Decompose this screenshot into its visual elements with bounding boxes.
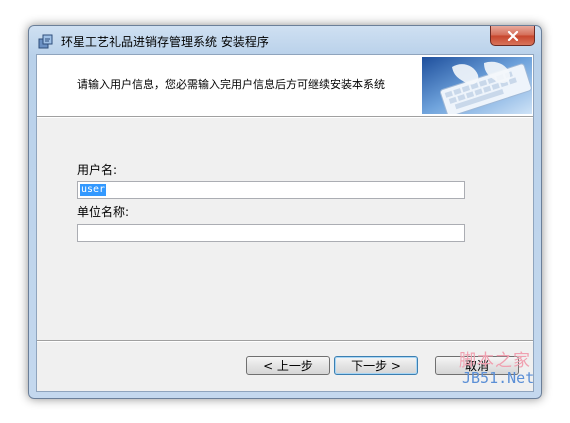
company-field[interactable] bbox=[77, 224, 465, 242]
username-label: 用户名: bbox=[77, 163, 118, 177]
back-button[interactable]: < 上一步 bbox=[246, 356, 330, 375]
username-value: user bbox=[80, 184, 107, 196]
company-label: 单位名称: bbox=[77, 205, 130, 219]
installer-icon bbox=[38, 33, 54, 49]
close-icon bbox=[507, 30, 518, 41]
banner-instruction: 请输入用户信息，您必需输入完用户信息后方可继续安装本系统 bbox=[77, 78, 385, 91]
footer-divider bbox=[37, 340, 533, 342]
header-banner: 请输入用户信息，您必需输入完用户信息后方可继续安装本系统 bbox=[37, 55, 533, 117]
dialog-body: 请输入用户信息，您必需输入完用户信息后方可继续安装本系统 用户名: user 单… bbox=[36, 54, 534, 392]
watermark-text-cn: 脚本之家 bbox=[459, 351, 531, 371]
username-field[interactable]: user bbox=[77, 181, 465, 199]
installer-window: 环星工艺礼品进销存管理系统 安装程序 请输入用户信息，您必需输入完用户信息后方可… bbox=[28, 25, 542, 399]
close-button[interactable] bbox=[490, 26, 535, 46]
watermark-text-en: JB51.Net bbox=[462, 369, 535, 387]
title-bar[interactable]: 环星工艺礼品进销存管理系统 安装程序 bbox=[29, 26, 541, 54]
window-title: 环星工艺礼品进销存管理系统 安装程序 bbox=[61, 35, 269, 49]
banner-divider bbox=[37, 116, 533, 118]
keyboard-hands-image bbox=[422, 57, 532, 117]
next-button[interactable]: 下一步 > bbox=[334, 356, 418, 375]
